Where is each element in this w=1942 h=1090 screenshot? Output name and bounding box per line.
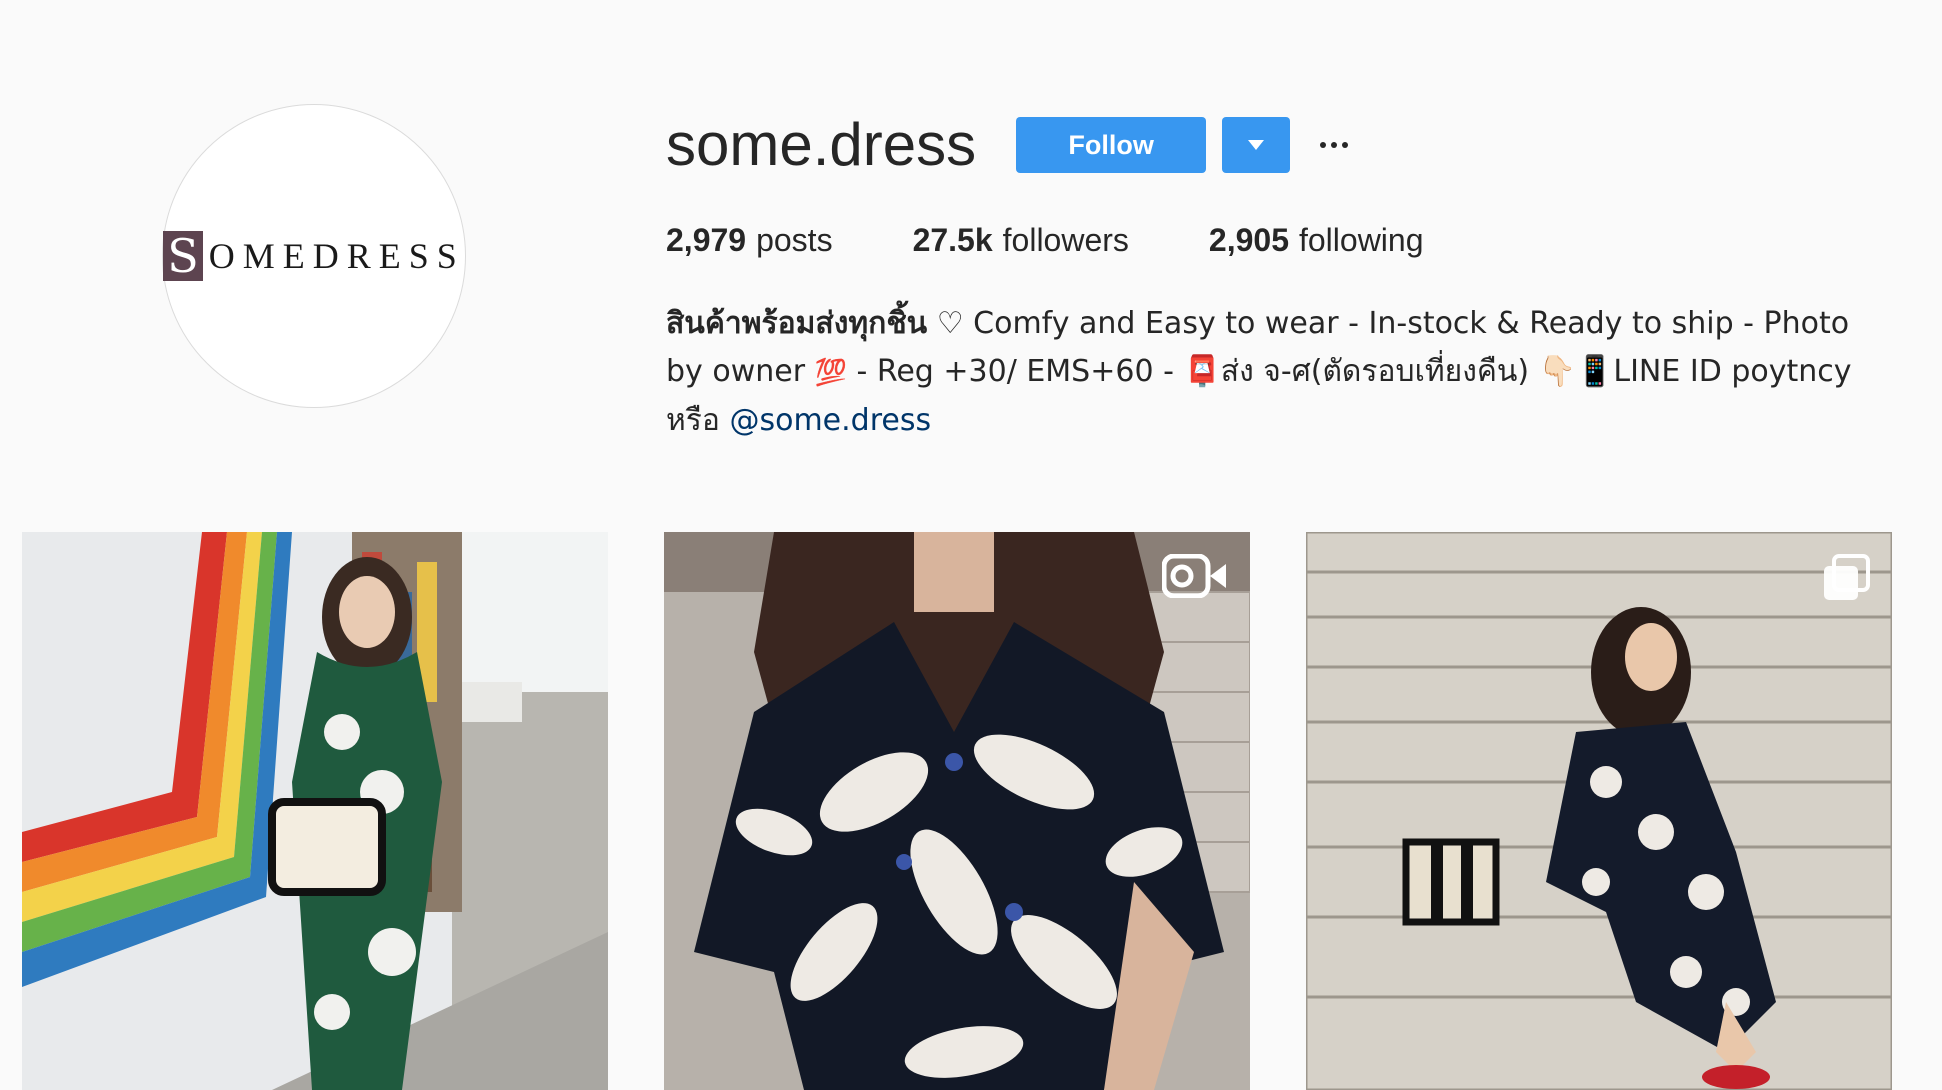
bio-text-1: ♡ Comfy and Easy to wear - In-stock & Re… <box>927 306 1850 341</box>
bio-text-2c: ส่ง จ-ศ(ตัดรอบเที่ยงคืน) <box>1220 354 1539 389</box>
followers-count: 27.5k <box>912 222 993 258</box>
bio-text-2d: LINE ID poytncy <box>1613 354 1852 389</box>
posts-stat: 2,979 posts <box>666 222 833 259</box>
post-tile[interactable] <box>664 532 1250 1090</box>
more-dot <box>1331 142 1338 148</box>
post-image-1 <box>22 532 608 1090</box>
profile-stats: 2,979 posts 27.5k followers 2,905 follow… <box>666 222 1504 259</box>
more-dot <box>1342 142 1349 148</box>
more-options-button[interactable] <box>1316 117 1352 173</box>
hundred-points-icon: 💯 <box>814 358 847 388</box>
video-icon <box>1162 554 1226 598</box>
suggestions-dropdown-button[interactable] <box>1222 117 1291 173</box>
posts-grid <box>22 532 1892 1090</box>
bio-line-1: สินค้าพร้อมส่งทุกชิ้น ♡ Comfy and Easy t… <box>666 300 1886 348</box>
follow-button[interactable]: Follow <box>1016 117 1207 173</box>
mailbox-icon: 📮 <box>1183 354 1221 389</box>
logo-text: OMEDRESS <box>208 236 465 276</box>
following-label: following <box>1298 222 1424 258</box>
followers-label: followers <box>1002 222 1129 258</box>
profile-username: some.dress <box>666 111 977 178</box>
bio-mention-link[interactable]: @some.dress <box>729 403 931 438</box>
posts-label: posts <box>756 222 833 258</box>
profile-bio: สินค้าพร้อมส่งทุกชิ้น ♡ Comfy and Easy t… <box>666 300 1886 445</box>
carousel-icon <box>1824 554 1870 600</box>
bio-text-2b: - Reg +30/ EMS+60 - <box>846 354 1184 389</box>
caret-down-icon <box>1248 140 1265 150</box>
somedress-logo: S OMEDRESS <box>163 231 465 281</box>
pointing-down-icon: 👇🏻 <box>1538 354 1577 389</box>
bio-line-3: หรือ @some.dress <box>666 397 1886 445</box>
following-stat[interactable]: 2,905 following <box>1209 222 1424 259</box>
phone-icon: 📱 <box>1576 354 1614 389</box>
followers-stat[interactable]: 27.5k followers <box>913 222 1129 259</box>
post-image-3 <box>1306 532 1892 1090</box>
posts-count: 2,979 <box>666 222 747 258</box>
post-tile[interactable] <box>22 532 608 1090</box>
logo-initial: S <box>163 231 203 281</box>
following-count: 2,905 <box>1208 222 1289 258</box>
bio-text-2a: by owner <box>666 354 815 389</box>
profile-avatar[interactable]: S OMEDRESS <box>162 104 466 408</box>
post-tile[interactable] <box>1306 532 1892 1090</box>
bio-text-3a: หรือ <box>666 403 730 438</box>
more-dots-icon <box>1320 142 1327 148</box>
bio-headline: สินค้าพร้อมส่งทุกชิ้น <box>666 306 928 341</box>
profile-header: some.dress Follow <box>666 110 1352 180</box>
post-image-2 <box>664 532 1250 1090</box>
bio-line-2: by owner 💯 - Reg +30/ EMS+60 - 📮ส่ง จ-ศ(… <box>666 348 1886 397</box>
